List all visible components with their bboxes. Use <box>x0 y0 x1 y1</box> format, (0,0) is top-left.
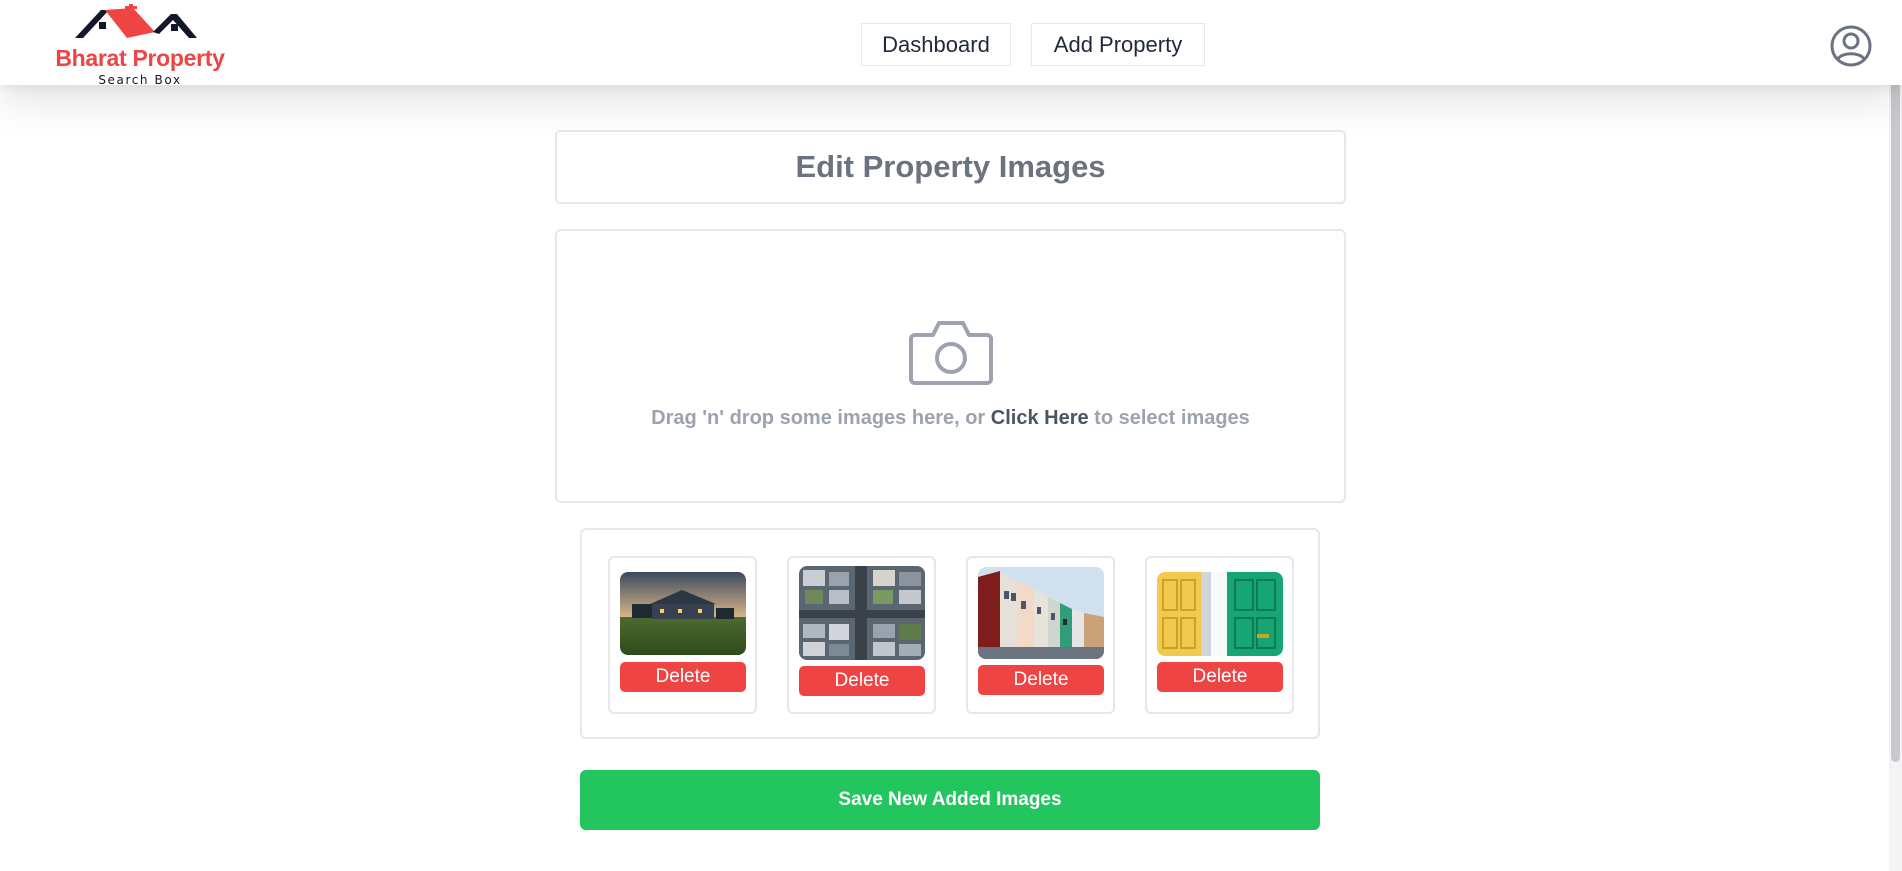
image-card: Delete <box>608 556 757 714</box>
nav-add-property-button[interactable]: Add Property <box>1031 23 1205 66</box>
delete-image-button[interactable]: Delete <box>978 665 1104 695</box>
image-card: Delete <box>787 556 936 714</box>
logo-subtitle: Search Box <box>98 73 182 87</box>
image-card: Delete <box>966 556 1115 714</box>
save-new-images-button[interactable]: Save New Added Images <box>580 770 1320 830</box>
dropzone-text: Drag 'n' drop some images here, or Click… <box>557 407 1344 430</box>
dropzone-text-before: Drag 'n' drop some images here, or <box>651 407 991 429</box>
top-navbar: Bharat Property Search Box Dashboard Add… <box>0 0 1902 87</box>
page-title: Edit Property Images <box>795 149 1106 184</box>
property-image-aerial <box>799 566 925 660</box>
image-dropzone[interactable]: Drag 'n' drop some images here, or Click… <box>555 229 1346 503</box>
user-circle-icon[interactable] <box>1829 24 1873 68</box>
page-title-card: Edit Property Images <box>555 130 1346 204</box>
camera-icon <box>909 321 993 385</box>
page-scrollbar-thumb[interactable] <box>1891 2 1900 762</box>
brand-logo[interactable]: Bharat Property Search Box <box>50 4 230 87</box>
property-image-townhouses <box>978 567 1104 659</box>
uploaded-images-gallery: Delete Delete Delete Delete <box>580 528 1320 739</box>
dropzone-click-here-link[interactable]: Click Here <box>991 407 1089 429</box>
logo-title: Bharat Property <box>55 45 225 71</box>
delete-image-button[interactable]: Delete <box>620 662 746 692</box>
dropzone-text-after: to select images <box>1088 407 1250 429</box>
property-image-farmhouse <box>620 572 746 655</box>
image-card: Delete <box>1145 556 1294 714</box>
delete-image-button[interactable]: Delete <box>1157 662 1283 692</box>
delete-image-button[interactable]: Delete <box>799 666 925 696</box>
house-roof-icon <box>75 4 197 38</box>
nav-dashboard-button[interactable]: Dashboard <box>861 23 1011 66</box>
property-image-doors <box>1157 572 1283 656</box>
